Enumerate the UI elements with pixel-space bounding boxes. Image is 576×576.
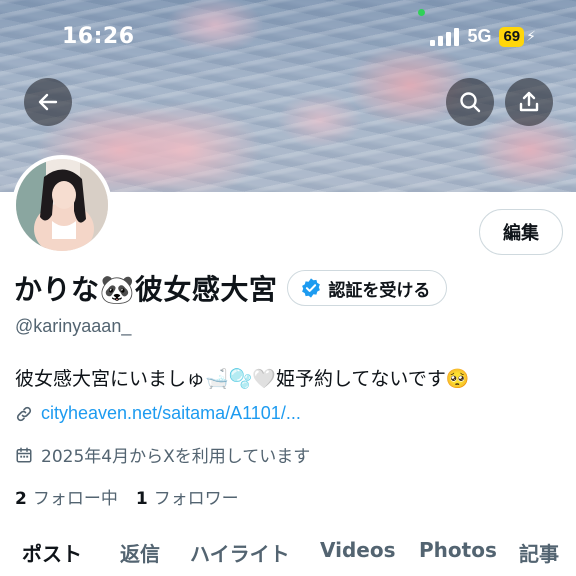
profile-link-row[interactable]: cityheaven.net/saitama/A1101/... [15, 403, 301, 424]
followers-link[interactable]: 1 フォロワー [136, 484, 239, 509]
get-verified-label: 認証を受ける [328, 280, 431, 301]
tab-posts[interactable]: ポスト [22, 538, 82, 567]
signal-icon [430, 27, 460, 46]
profile-link[interactable]: cityheaven.net/saitama/A1101/... [41, 403, 301, 424]
avatar[interactable] [12, 155, 112, 255]
tab-articles[interactable]: 記事 [519, 538, 559, 567]
verified-badge-icon [302, 278, 321, 298]
joined-date: 2025年4月からXを利用しています [41, 447, 311, 467]
tab-videos[interactable]: Videos [320, 538, 396, 562]
privacy-indicator-dot [418, 9, 425, 16]
status-time: 16:26 [62, 24, 135, 49]
following-count: 2 [15, 489, 27, 509]
status-indicators: 5G 69 ⚡ [430, 26, 536, 47]
battery-icon: 69 ⚡ [499, 26, 536, 47]
followers-count: 1 [135, 489, 148, 509]
share-icon [519, 91, 539, 112]
display-name: かりな🐼彼女感大宮 [14, 273, 278, 306]
follow-stats: 2 フォロー中 1 フォロワー [15, 484, 239, 509]
tab-replies[interactable]: 返信 [120, 538, 160, 567]
battery-level: 69 [499, 26, 525, 47]
get-verified-button[interactable]: 認証を受ける [287, 270, 448, 306]
following-label: フォロー中 [32, 489, 118, 509]
tab-photos[interactable]: Photos [419, 538, 497, 562]
joined-date-row: 2025年4月からXを利用しています [15, 442, 310, 467]
search-button[interactable] [446, 78, 494, 126]
charging-icon: ⚡ [526, 28, 536, 45]
tab-highlights[interactable]: ハイライト [190, 538, 290, 567]
edit-profile-button[interactable]: 編集 [479, 209, 563, 255]
bio-text: 彼女感大宮にいましゅ🛁🫧🤍姫予約してないです🥺 [15, 368, 470, 390]
link-icon [16, 406, 32, 421]
calendar-icon [16, 447, 32, 462]
network-type: 5G [467, 26, 492, 46]
search-icon [460, 92, 481, 113]
followers-label: フォロワー [153, 489, 239, 509]
back-button[interactable] [24, 78, 72, 126]
user-handle: @karinyaaan_ [15, 316, 132, 336]
avatar-image [16, 159, 108, 251]
following-link[interactable]: 2 フォロー中 [15, 484, 118, 509]
share-button[interactable] [505, 78, 553, 126]
name-row: かりな🐼彼女感大宮 認証を受ける [14, 268, 448, 308]
arrow-left-icon [38, 93, 58, 111]
